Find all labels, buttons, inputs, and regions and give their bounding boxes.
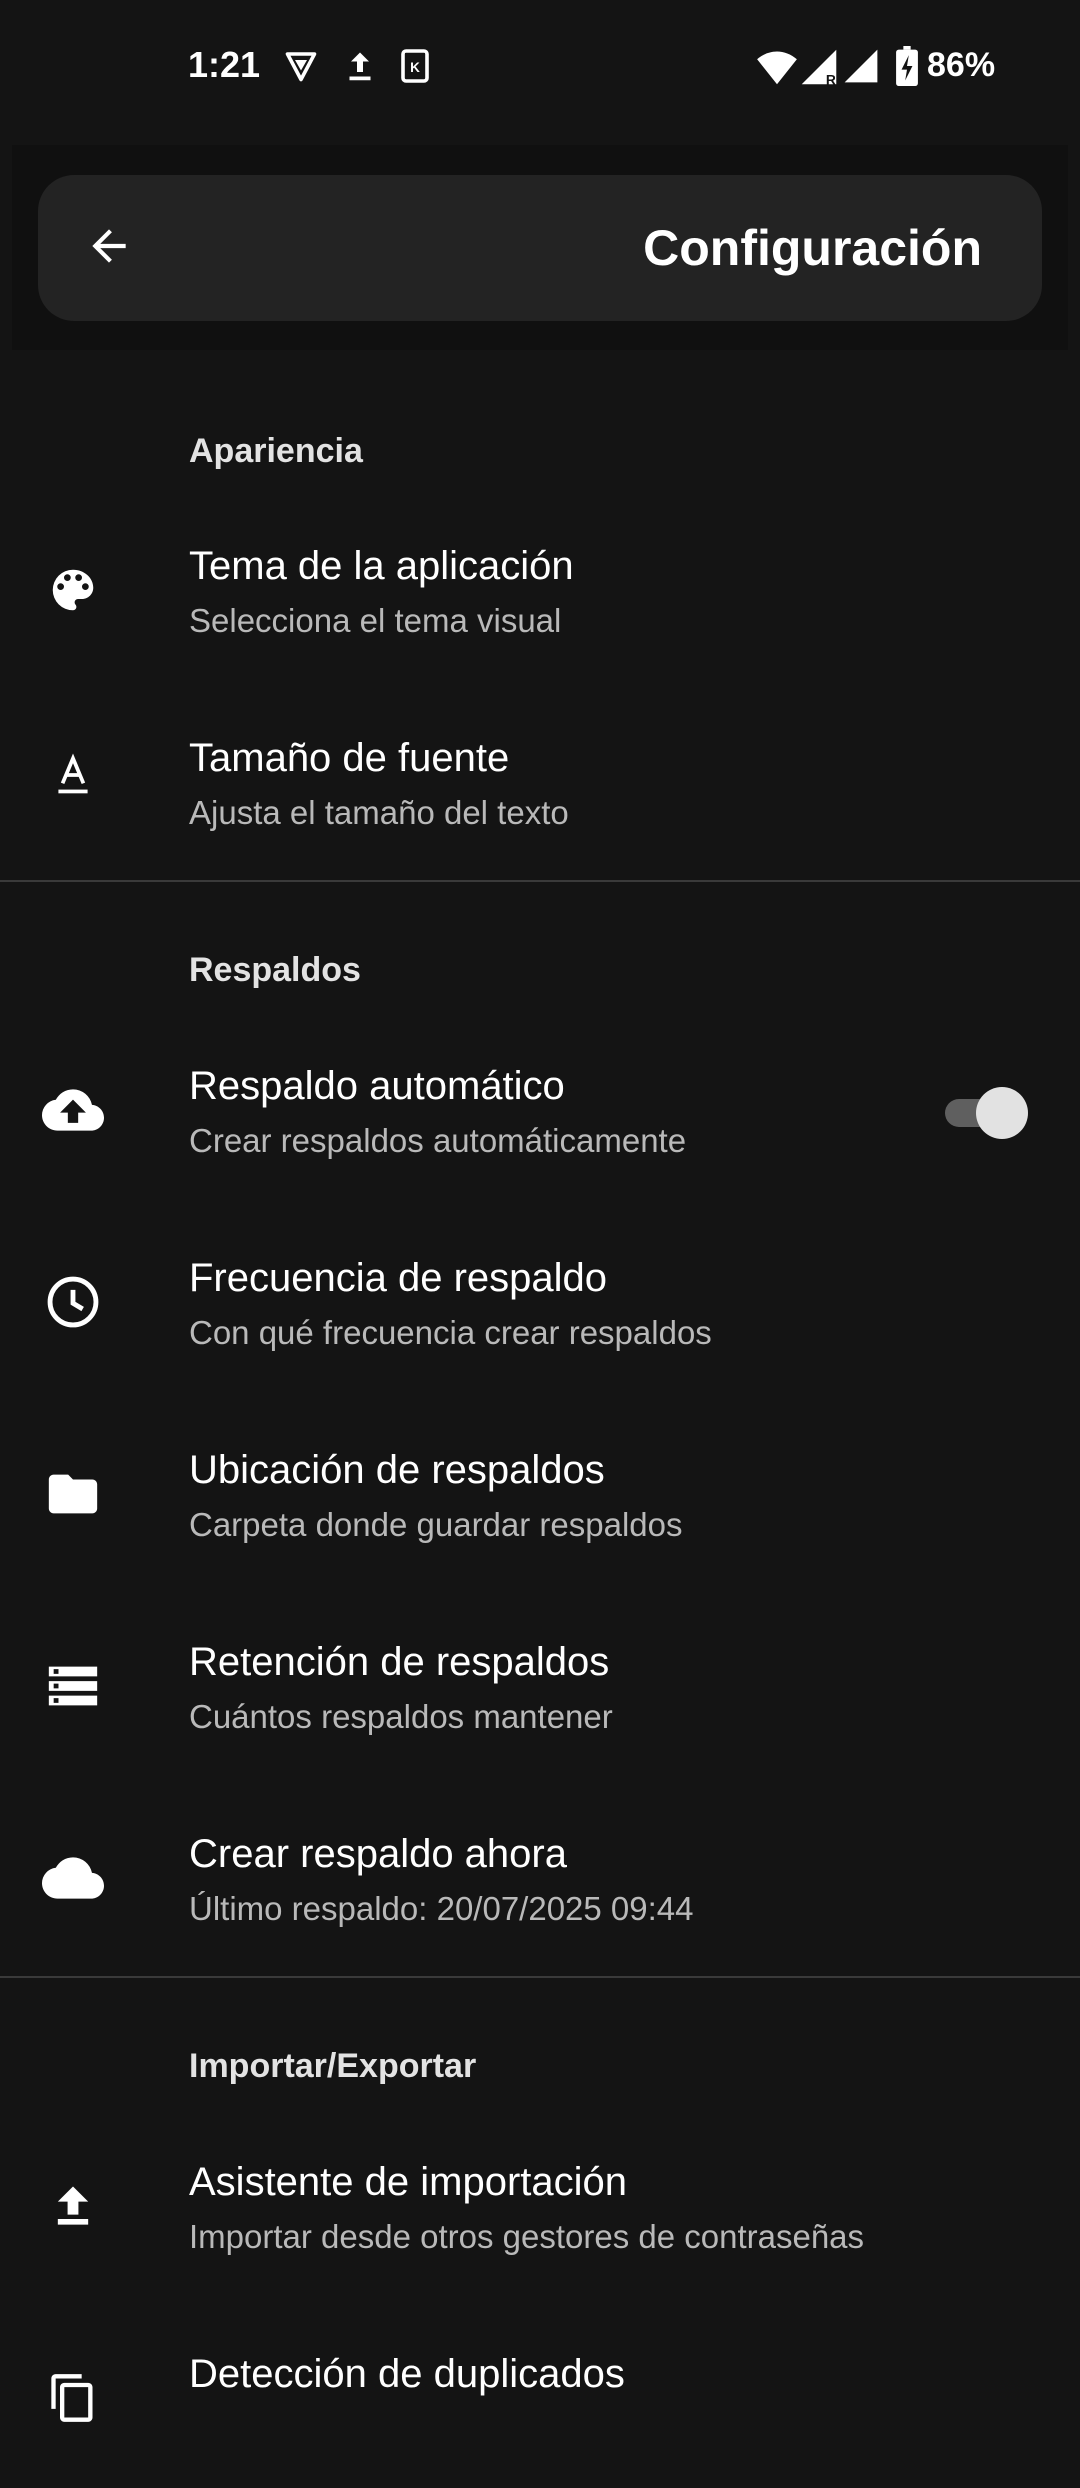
battery-icon bbox=[895, 46, 919, 91]
setting-item-font-size[interactable]: Tamaño de fuente Ajusta el tamaño del te… bbox=[0, 692, 1080, 872]
auto-backup-toggle[interactable] bbox=[945, 1087, 1031, 1139]
setting-item-app-theme[interactable]: Tema de la aplicación Selecciona el tema… bbox=[0, 500, 1080, 680]
setting-item-backup-frequency[interactable]: Frecuencia de respaldo Con qué frecuenci… bbox=[0, 1212, 1080, 1392]
arrow-left-icon bbox=[84, 221, 134, 276]
setting-subtitle: Carpeta donde guardar respaldos bbox=[189, 1506, 683, 1543]
section-header-apariencia: Apariencia bbox=[189, 432, 363, 470]
setting-title: Crear respaldo ahora bbox=[189, 1832, 567, 1876]
vpn-icon bbox=[283, 48, 319, 89]
signal-r-icon: R bbox=[800, 48, 838, 91]
status-time: 1:21 bbox=[188, 44, 261, 85]
signal-icon bbox=[843, 48, 879, 89]
section-header-respaldos: Respaldos bbox=[189, 951, 361, 989]
import-icon bbox=[40, 2173, 106, 2239]
setting-subtitle: Selecciona el tema visual bbox=[189, 602, 562, 639]
setting-title: Asistente de importación bbox=[189, 2160, 628, 2204]
battery-percentage: 86% bbox=[927, 46, 996, 84]
cloud-icon bbox=[40, 1845, 106, 1911]
svg-text:K: K bbox=[410, 60, 420, 75]
back-button[interactable] bbox=[76, 215, 142, 281]
setting-subtitle: Último respaldo: 20/07/2025 09:44 bbox=[189, 1890, 694, 1927]
upload-icon bbox=[342, 48, 378, 89]
page-title: Configuración bbox=[643, 220, 982, 276]
duplicate-icon bbox=[40, 2365, 106, 2431]
app-bar: Configuración bbox=[38, 175, 1042, 321]
setting-item-duplicate-detection[interactable]: Detección de duplicados bbox=[0, 2308, 1080, 2488]
setting-title: Tamaño de fuente bbox=[189, 736, 510, 780]
cloud-upload-icon bbox=[40, 1077, 106, 1143]
svg-text:R: R bbox=[826, 71, 836, 86]
setting-subtitle: Crear respaldos automáticamente bbox=[189, 1122, 687, 1159]
setting-title: Frecuencia de respaldo bbox=[189, 1256, 608, 1300]
folder-icon bbox=[40, 1461, 106, 1527]
setting-title: Respaldo automático bbox=[189, 1064, 565, 1108]
setting-item-backup-now[interactable]: Crear respaldo ahora Último respaldo: 20… bbox=[0, 1788, 1080, 1968]
palette-icon bbox=[40, 557, 106, 623]
wifi-icon bbox=[756, 48, 798, 91]
setting-title: Detección de duplicados bbox=[189, 2352, 625, 2396]
storage-icon bbox=[40, 1653, 106, 1719]
setting-item-backup-location[interactable]: Ubicación de respaldos Carpeta donde gua… bbox=[0, 1404, 1080, 1584]
setting-subtitle: Importar desde otros gestores de contras… bbox=[189, 2218, 865, 2255]
setting-subtitle: Cuántos respaldos mantener bbox=[189, 1698, 613, 1735]
section-divider bbox=[0, 880, 1080, 882]
clock-icon bbox=[40, 1269, 106, 1335]
font-size-icon bbox=[40, 742, 106, 808]
section-header-import-export: Importar/Exportar bbox=[189, 2047, 477, 2085]
setting-title: Ubicación de respaldos bbox=[189, 1448, 605, 1492]
setting-item-auto-backup[interactable]: Respaldo automático Crear respaldos auto… bbox=[0, 1020, 1080, 1200]
setting-title: Retención de respaldos bbox=[189, 1640, 610, 1684]
section-divider bbox=[0, 1976, 1080, 1978]
setting-subtitle: Ajusta el tamaño del texto bbox=[189, 794, 569, 831]
setting-item-backup-retention[interactable]: Retención de respaldos Cuántos respaldos… bbox=[0, 1596, 1080, 1776]
setting-subtitle: Con qué frecuencia crear respaldos bbox=[189, 1314, 712, 1351]
status-bar: 1:21 K R 86% bbox=[0, 0, 1080, 135]
toggle-thumb bbox=[976, 1087, 1028, 1139]
sim-icon: K bbox=[398, 48, 432, 89]
setting-item-import-wizard[interactable]: Asistente de importación Importar desde … bbox=[0, 2116, 1080, 2296]
setting-title: Tema de la aplicación bbox=[189, 544, 574, 588]
